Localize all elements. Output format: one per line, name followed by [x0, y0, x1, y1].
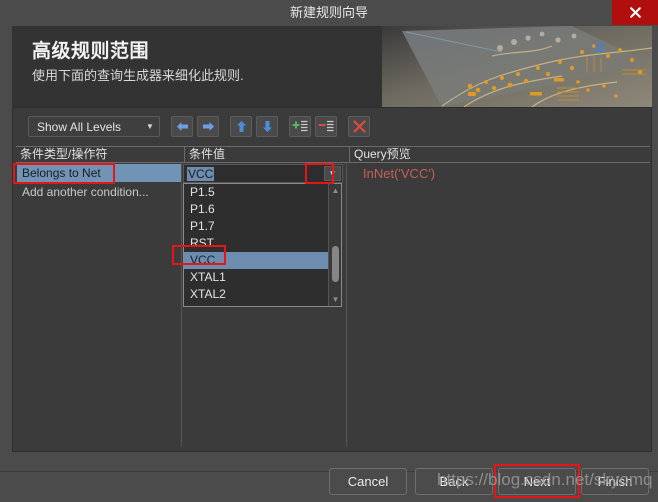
next-button-label: Next	[523, 474, 551, 489]
table-header: 条件类型/操作符 条件值 Query预览	[16, 146, 650, 163]
remove-row-button[interactable]	[315, 116, 337, 137]
toolbar: Show All Levels ▼	[13, 108, 653, 144]
back-button-label: Back	[439, 474, 469, 489]
dropdown-scrollbar[interactable]: ▲ ▼	[328, 184, 341, 306]
circuit-board-photo	[382, 26, 652, 107]
close-glyph	[629, 7, 641, 18]
window-title: 新建规则向导	[289, 5, 368, 20]
finish-button[interactable]: Finish	[581, 468, 649, 495]
scroll-up-icon[interactable]: ▲	[329, 184, 341, 197]
finish-button-label: Finish	[597, 474, 633, 489]
page-title: 高级规则范围	[32, 41, 150, 62]
arrow-right-icon	[202, 122, 214, 131]
scroll-down-icon[interactable]: ▼	[329, 293, 341, 306]
title-bar: 新建规则向导	[0, 0, 658, 25]
banner: 高级规则范围 使用下面的查询生成器来细化此规则.	[12, 26, 652, 107]
condition-row-belongs-to-net[interactable]: Belongs to Net	[17, 164, 181, 182]
condition-value-text: VCC	[187, 167, 215, 181]
column-header-query-preview: Query预览	[349, 147, 650, 162]
move-up-button[interactable]	[230, 116, 252, 137]
add-row-button[interactable]	[289, 116, 311, 137]
circuit-board-art	[382, 26, 652, 107]
column-header-condition-type: 条件类型/操作符	[20, 147, 108, 161]
move-right-button[interactable]	[197, 116, 219, 137]
x-icon	[352, 120, 366, 133]
arrow-left-icon	[176, 122, 188, 131]
condition-value-editor[interactable]: VCC ▼	[183, 164, 343, 183]
list-item[interactable]: XTAL2	[184, 286, 341, 303]
delete-button[interactable]	[348, 116, 370, 137]
query-preview-panel: InNet('VCC')	[349, 164, 647, 502]
column-header-condition-value: 条件值	[184, 147, 349, 162]
list-item[interactable]: RST	[184, 235, 341, 252]
list-item[interactable]: P1.6	[184, 201, 341, 218]
level-filter-label: Show All Levels	[37, 119, 122, 134]
back-button[interactable]: Back	[415, 468, 493, 495]
move-down-button[interactable]	[256, 116, 278, 137]
page-subtitle: 使用下面的查询生成器来细化此规则.	[32, 68, 244, 83]
cancel-button[interactable]: Cancel	[329, 468, 407, 495]
minus-list-icon	[318, 120, 334, 132]
query-preview-text: InNet('VCC')	[363, 166, 436, 181]
net-dropdown-list[interactable]: P1.5 P1.6 P1.7 RST VCC XTAL1 XTAL2 ▲ ▼	[183, 183, 342, 307]
arrow-down-icon	[262, 121, 272, 132]
chevron-down-icon: ▼	[146, 122, 154, 131]
condition-row-add-another[interactable]: Add another condition...	[17, 183, 181, 201]
list-item[interactable]: XTAL1	[184, 269, 341, 286]
move-left-button[interactable]	[171, 116, 193, 137]
new-rule-wizard-dialog: 新建规则向导 高级规则范围 使用下面的查询生成器来细化此规则. Show All…	[0, 0, 658, 502]
plus-list-icon	[292, 120, 308, 132]
column-divider-2	[346, 163, 347, 447]
list-item-selected[interactable]: VCC	[184, 252, 341, 269]
close-icon[interactable]	[612, 0, 658, 25]
value-dropdown-arrow[interactable]: ▼	[324, 166, 341, 181]
list-item[interactable]: P1.7	[184, 218, 341, 235]
list-item[interactable]: P1.5	[184, 184, 341, 201]
scrollbar-thumb[interactable]	[332, 246, 339, 282]
level-filter-combo[interactable]: Show All Levels ▼	[28, 116, 160, 137]
column-divider-1	[181, 163, 182, 447]
query-builder-panel: Show All Levels ▼ 条件类型/操作符 条件值 Query预览 B…	[12, 107, 652, 452]
next-button[interactable]: Next	[498, 468, 576, 495]
arrow-up-icon	[236, 121, 246, 132]
